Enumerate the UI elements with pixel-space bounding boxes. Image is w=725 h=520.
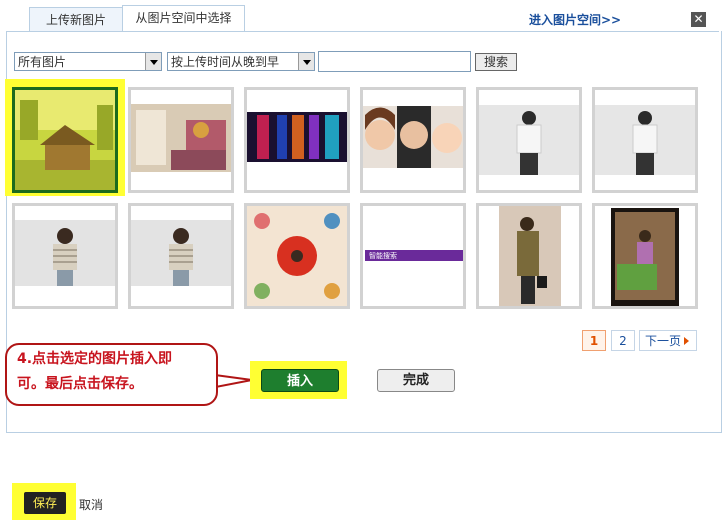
insert-button[interactable]: 插入 — [261, 369, 339, 392]
image-thumb-4[interactable] — [360, 87, 466, 193]
enter-image-space-link[interactable]: 进入图片空间>> — [529, 11, 621, 28]
image-thumb-11[interactable] — [476, 203, 582, 309]
chevron-down-icon — [145, 53, 161, 70]
callout-line-1: 4.点击选定的图片插入即 — [17, 351, 173, 367]
image-thumb-3[interactable] — [244, 87, 350, 193]
tab-upload-new[interactable]: 上传新图片 — [29, 7, 123, 32]
save-button[interactable]: 保存 — [24, 492, 66, 514]
cancel-link[interactable]: 取消 — [79, 496, 103, 513]
sort-select-value: 按上传时间从晚到早 — [171, 55, 280, 69]
callout-line-2: 可。最后点击保存。 — [17, 376, 143, 392]
chevron-down-icon — [298, 53, 314, 70]
page-1-button[interactable]: 1 — [582, 330, 606, 351]
panorama-image — [247, 90, 347, 190]
faces-image — [363, 90, 463, 190]
banner-text: 智能搜索 — [369, 251, 397, 260]
purple-banner-image: 智能搜索 — [363, 206, 463, 306]
floral-pattern-image — [247, 206, 347, 306]
search-input[interactable] — [318, 51, 471, 72]
image-thumb-12[interactable] — [592, 203, 698, 309]
image-thumb-1[interactable] — [12, 87, 118, 193]
arrow-right-icon — [684, 337, 690, 345]
page-2-button[interactable]: 2 — [611, 330, 635, 351]
category-select-value: 所有图片 — [18, 55, 67, 69]
image-thumb-10[interactable]: 智能搜索 — [360, 203, 466, 309]
search-button[interactable]: 搜索 — [475, 53, 517, 71]
image-thumb-7[interactable] — [12, 203, 118, 309]
tab-select-from-space[interactable]: 从图片空间中选择 — [122, 5, 245, 32]
next-page-label: 下一页 — [645, 334, 682, 348]
woman-coat-image — [479, 206, 579, 306]
woman-striped-sweater-image — [15, 206, 115, 306]
shop-image — [131, 90, 231, 190]
woman-sitting-image — [595, 206, 695, 306]
category-select[interactable]: 所有图片 — [14, 52, 162, 71]
image-thumb-5[interactable] — [476, 87, 582, 193]
close-icon[interactable]: ✕ — [691, 12, 706, 27]
woman-white-shirt-image — [595, 90, 695, 190]
image-thumb-8[interactable] — [128, 203, 234, 309]
image-thumb-9[interactable] — [244, 203, 350, 309]
done-button[interactable]: 完成 — [377, 369, 455, 392]
woman-white-shirt-image — [479, 90, 579, 190]
sort-select[interactable]: 按上传时间从晚到早 — [167, 52, 315, 71]
house-image — [15, 90, 115, 190]
woman-striped-sweater-image — [131, 206, 231, 306]
instruction-callout-text: 4.点击选定的图片插入即 可。最后点击保存。 — [17, 347, 217, 397]
image-thumb-6[interactable] — [592, 87, 698, 193]
next-page-button[interactable]: 下一页 — [639, 330, 697, 351]
image-thumb-2[interactable] — [128, 87, 234, 193]
